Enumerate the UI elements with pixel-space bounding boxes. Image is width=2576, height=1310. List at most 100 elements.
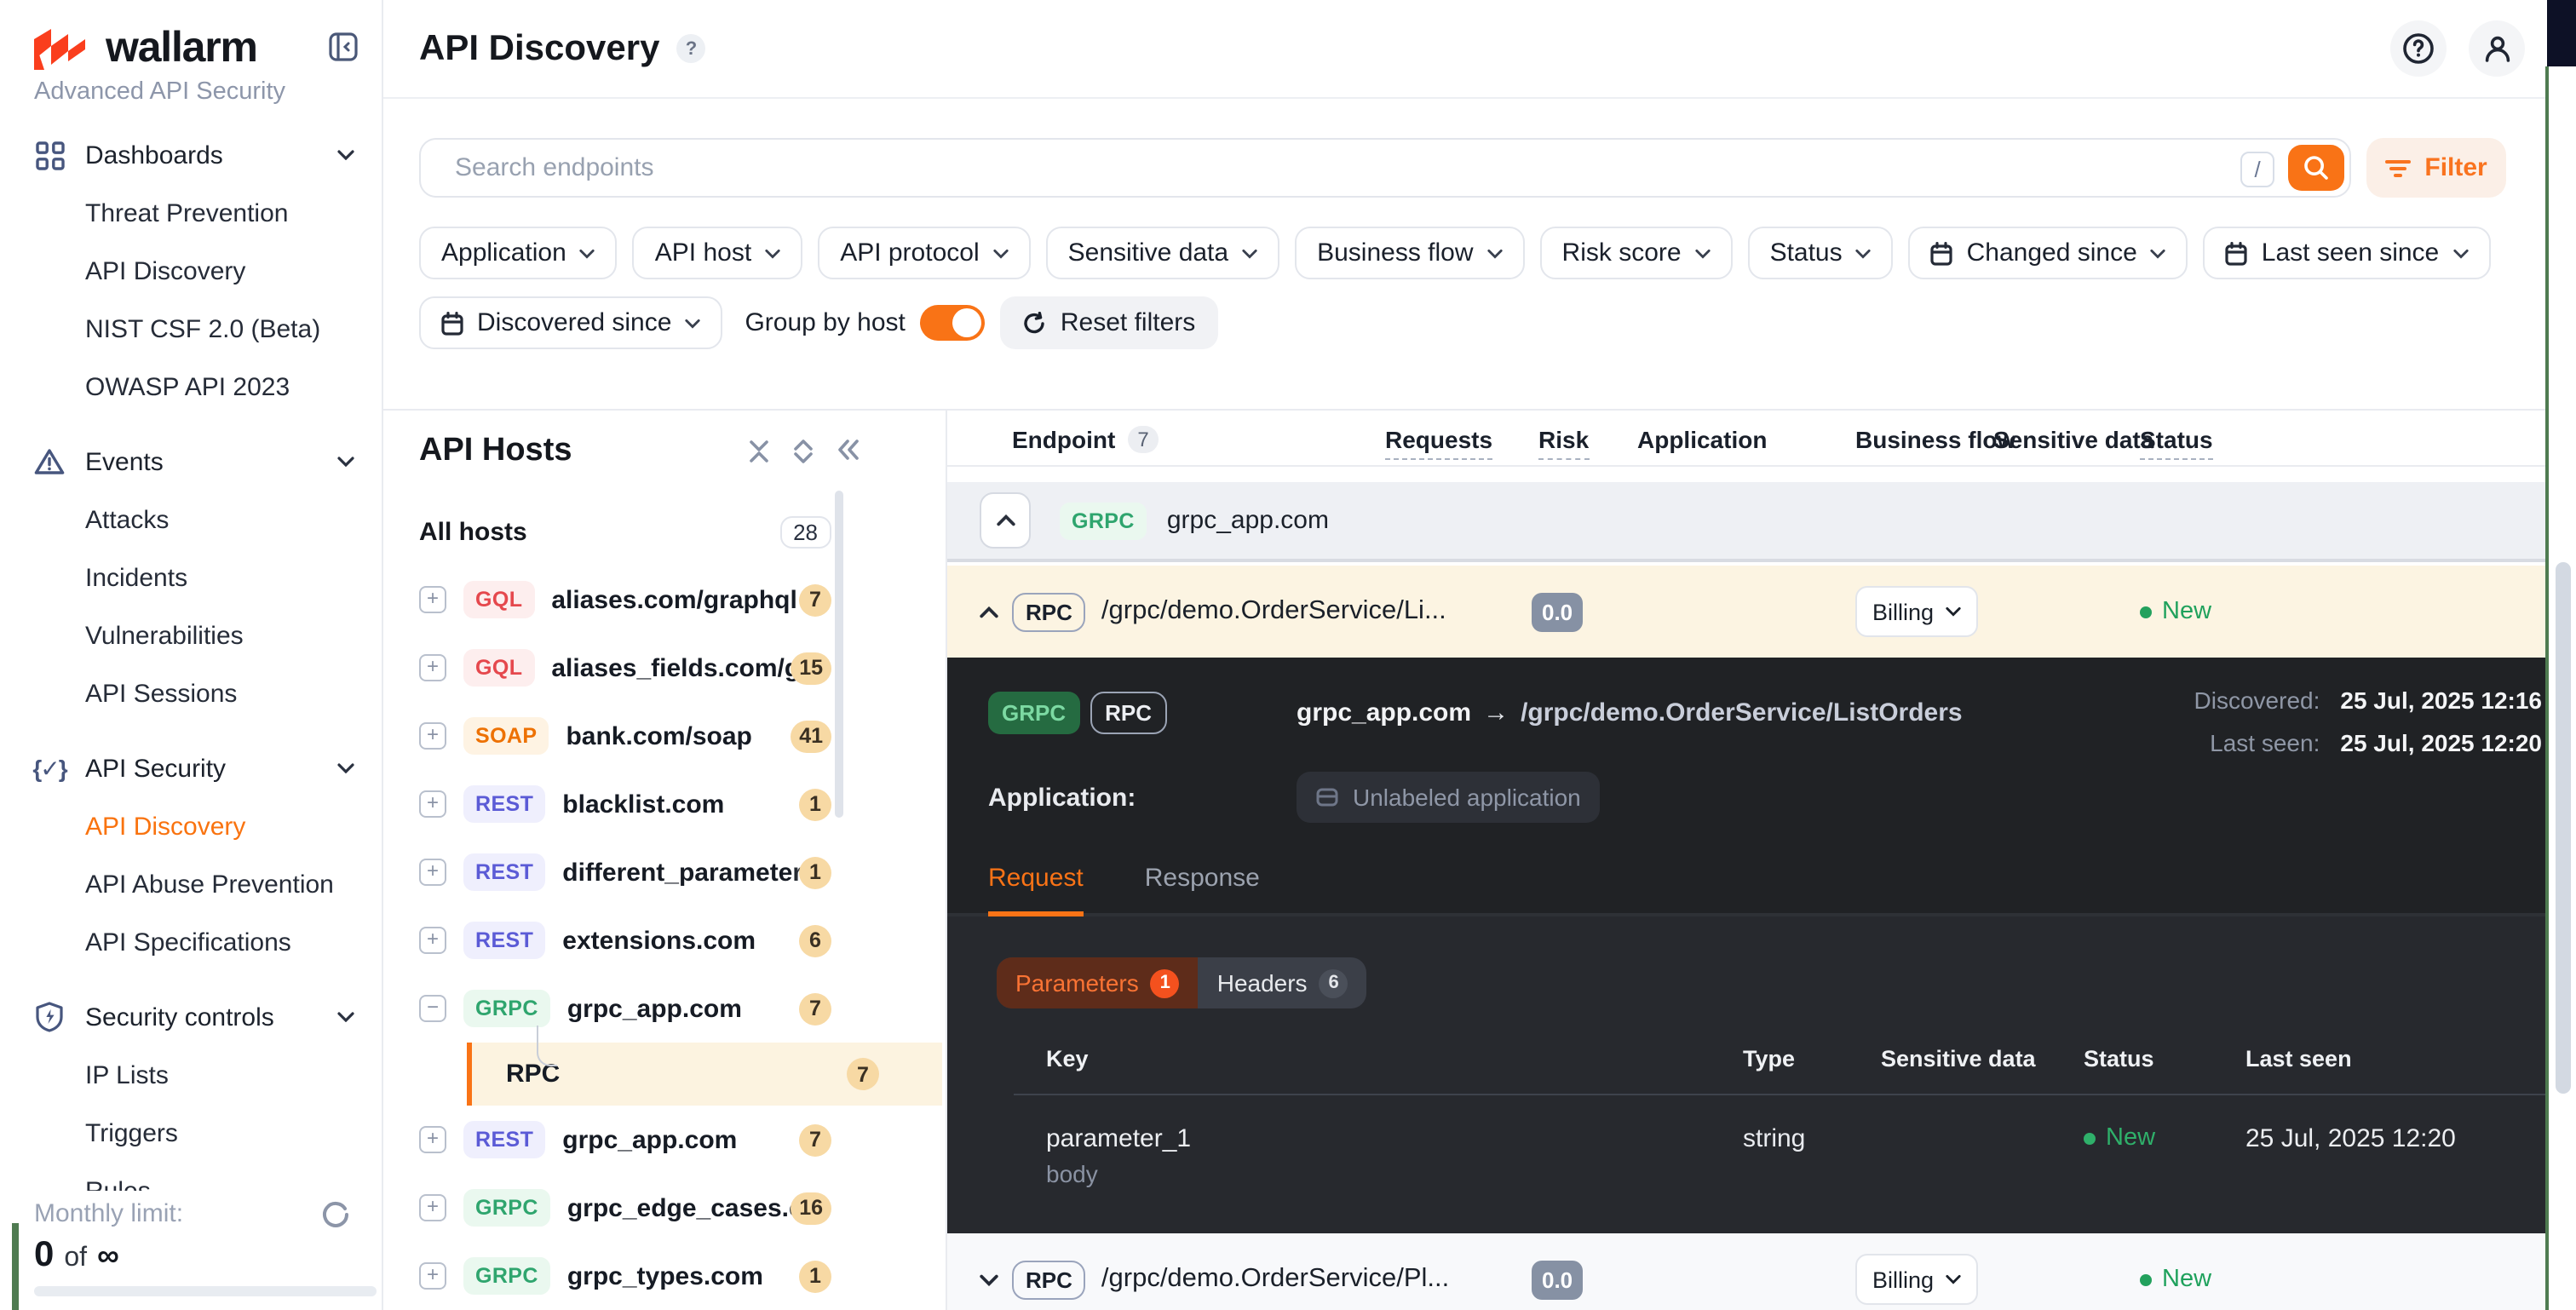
endpoint-count-badge: 15 xyxy=(791,652,831,684)
collapse-icon[interactable]: − xyxy=(419,995,446,1022)
database-icon xyxy=(1315,785,1339,809)
host-list: All hosts 28 + GQL aliases.com/graphql 7… xyxy=(419,497,946,1310)
collapse-all-icon[interactable] xyxy=(748,440,770,463)
filter-button[interactable]: Filter xyxy=(2366,138,2506,198)
title-help-icon[interactable]: ? xyxy=(676,34,706,63)
sidebar-item-api-specifications[interactable]: API Specifications xyxy=(0,913,382,971)
expand-icon[interactable]: + xyxy=(419,722,446,750)
chevron-down-icon xyxy=(2452,248,2468,258)
protocol-badge: REST xyxy=(463,785,546,823)
filter-api-protocol[interactable]: API protocol xyxy=(818,227,1031,279)
sidebar-section-events[interactable]: Events xyxy=(0,433,382,491)
host-row[interactable]: + GQL aliases_fields.com/graphql 15 xyxy=(419,634,946,702)
collapse-group-button[interactable] xyxy=(980,492,1031,549)
business-flow-select[interactable]: Billing xyxy=(1855,586,1979,637)
filter-business-flow[interactable]: Business flow xyxy=(1295,227,1525,279)
filter-status[interactable]: Status xyxy=(1747,227,1894,279)
arrow-right-icon: → xyxy=(1483,698,1509,727)
user-menu-button[interactable] xyxy=(2469,20,2525,77)
host-row[interactable]: + SOAP bank.com/soap 41 xyxy=(419,702,946,770)
expand-icon[interactable]: + xyxy=(419,1194,446,1221)
endpoint-count-badge: 7 xyxy=(799,1123,831,1156)
endpoint-detail-panel: GRPC RPC grpc_app.com →/grpc/demo.OrderSe… xyxy=(947,658,2576,1233)
search-input[interactable]: Search endpoints / xyxy=(419,138,2352,198)
sidebar-item-threat-prevention[interactable]: Threat Prevention xyxy=(0,184,382,242)
subtab-headers[interactable]: Headers 6 xyxy=(1199,957,1367,1008)
host-row[interactable]: + REST extensions.com 6 xyxy=(419,906,946,974)
group-by-host-toggle[interactable] xyxy=(920,305,986,341)
protocol-badge: GRPC xyxy=(463,1257,550,1295)
expand-icon[interactable]: + xyxy=(419,1262,446,1290)
parameter-status: New xyxy=(2084,1124,2245,1152)
main-area: API Discovery ? Search endpoints / Filte… xyxy=(383,0,2576,1310)
host-group-row[interactable]: GRPC grpc_app.com xyxy=(947,482,2576,562)
expand-icon[interactable]: + xyxy=(419,927,446,954)
expand-icon[interactable]: + xyxy=(419,654,446,681)
sidebar-item-attacks[interactable]: Attacks xyxy=(0,491,382,549)
host-row[interactable]: + GRPC grpc_types.com 1 xyxy=(419,1242,946,1310)
column-requests[interactable]: Requests xyxy=(1385,426,1493,460)
sidebar-section-api-security[interactable]: {✓} API Security xyxy=(0,739,382,797)
application-chip[interactable]: Unlabeled application xyxy=(1297,772,1600,823)
tab-request[interactable]: Request xyxy=(988,864,1084,916)
host-row[interactable]: + REST different_parameters.com 1 xyxy=(419,838,946,906)
host-row[interactable]: + REST blacklist.com 1 xyxy=(419,770,946,838)
expand-icon[interactable]: + xyxy=(419,586,446,613)
sidebar-item-incidents[interactable]: Incidents xyxy=(0,549,382,606)
filter-last-seen-since[interactable]: Last seen since xyxy=(2203,227,2491,279)
tree-connector xyxy=(537,1026,557,1066)
sidebar-section-security-controls[interactable]: Security controls xyxy=(0,988,382,1046)
column-status[interactable]: Status xyxy=(2140,426,2213,460)
parameter-row[interactable]: parameter_1 body string New 25 Jul, 2025… xyxy=(1005,1095,2576,1187)
host-row[interactable]: + GRPC grpc_edge_cases.com 16 xyxy=(419,1174,946,1242)
sidebar-item-ip-lists[interactable]: IP Lists xyxy=(0,1046,382,1104)
all-hosts-row[interactable]: All hosts 28 xyxy=(419,497,946,566)
filter-api-host[interactable]: API host xyxy=(632,227,803,279)
sidebar-item-api-sessions[interactable]: API Sessions xyxy=(0,664,382,722)
collapse-sidebar-button[interactable] xyxy=(329,32,358,61)
hosts-scrollbar-thumb[interactable] xyxy=(835,491,843,818)
endpoint-total-badge: 7 xyxy=(1127,426,1159,453)
expand-icon[interactable]: + xyxy=(419,790,446,818)
page-scrollbar-thumb[interactable] xyxy=(2556,562,2571,1094)
help-button[interactable] xyxy=(2390,20,2447,77)
status-dot xyxy=(2084,1132,2096,1144)
collapse-panel-icon[interactable] xyxy=(837,440,860,463)
endpoint-row-expanded[interactable]: RPC /grpc/demo.OrderService/Li... 0.0 Bi… xyxy=(947,566,2576,658)
host-row-expanded[interactable]: − GRPC grpc_app.com 7 xyxy=(419,974,946,1043)
detail-tabs: Request Response xyxy=(947,864,2576,916)
sidebar-item-api-abuse-prevention[interactable]: API Abuse Prevention xyxy=(0,855,382,913)
filter-discovered-since[interactable]: Discovered since xyxy=(419,296,723,349)
sidebar-section-dashboards[interactable]: Dashboards xyxy=(0,126,382,184)
expand-icon[interactable]: + xyxy=(419,1126,446,1153)
tab-response[interactable]: Response xyxy=(1145,864,1260,913)
host-row[interactable]: + REST grpc_app.com 7 xyxy=(419,1106,946,1174)
chevron-down-icon xyxy=(1486,248,1503,258)
sidebar-item-vulnerabilities[interactable]: Vulnerabilities xyxy=(0,606,382,664)
last-seen-value: 25 Jul, 2025 12:20 xyxy=(2340,729,2542,756)
host-child-row-selected[interactable]: RPC 7 xyxy=(467,1026,942,1106)
column-risk[interactable]: Risk xyxy=(1538,426,1590,460)
chevron-up-icon[interactable] xyxy=(980,606,1000,618)
sidebar-item-owasp-api[interactable]: OWASP API 2023 xyxy=(0,358,382,416)
sidebar-item-triggers[interactable]: Triggers xyxy=(0,1104,382,1162)
business-flow-select[interactable]: Billing xyxy=(1855,1254,1979,1305)
filter-changed-since[interactable]: Changed since xyxy=(1908,227,2188,279)
filter-application[interactable]: Application xyxy=(419,227,618,279)
endpoint-row[interactable]: RPC /grpc/demo.OrderService/Pl... 0.0 Bi… xyxy=(947,1233,2576,1310)
sidebar-item-nist-csf[interactable]: NIST CSF 2.0 (Beta) xyxy=(0,300,382,358)
filter-sensitive-data[interactable]: Sensitive data xyxy=(1045,227,1280,279)
reset-filters-button[interactable]: Reset filters xyxy=(1000,296,1218,349)
host-row[interactable]: + GQL aliases.com/graphql 7 xyxy=(419,566,946,634)
search-button[interactable] xyxy=(2288,145,2345,191)
sidebar-item-api-discovery-dashboard[interactable]: API Discovery xyxy=(0,242,382,300)
grid-icon xyxy=(34,140,65,170)
chevron-down-icon[interactable] xyxy=(980,1273,1000,1285)
sidebar-item-api-discovery[interactable]: API Discovery xyxy=(0,797,382,855)
chevron-down-icon xyxy=(1855,248,1872,258)
expand-icon[interactable]: + xyxy=(419,859,446,886)
risk-score-badge: 0.0 xyxy=(1532,592,1584,631)
subtab-parameters[interactable]: Parameters 1 xyxy=(997,957,1199,1008)
expand-all-icon[interactable] xyxy=(792,440,814,463)
filter-risk-score[interactable]: Risk score xyxy=(1539,227,1733,279)
